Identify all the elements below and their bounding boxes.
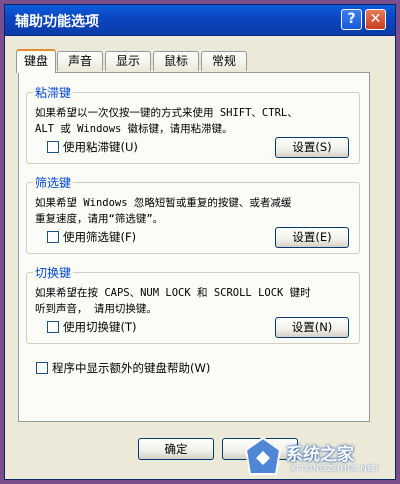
ok-button[interactable]: 确定 [138, 438, 214, 460]
site-watermark: 系统之家 XITONGZHIJIA.NET [240, 434, 396, 480]
toggle-keys-checkbox-label[interactable]: 使用切换键(T) [63, 319, 137, 335]
help-button[interactable]: ? [341, 9, 362, 30]
filter-keys-title: 筛选键 [33, 174, 74, 191]
sticky-keys-settings-button[interactable]: 设置(S) [275, 137, 349, 158]
sticky-keys-group: 粘滞键 如果希望以一次仅按一键的方式来使用 SHIFT、CTRL、 ALT 或 … [26, 84, 360, 164]
title-bar[interactable]: 辅助功能选项 ? ✕ [5, 5, 395, 36]
filter-keys-group: 筛选键 如果希望 Windows 忽略短暂或重复的按键、或者减缓 重复速度，请用… [26, 174, 360, 254]
toggle-keys-group: 切换键 如果希望在按 CAPS、NUM LOCK 和 SCROLL LOCK 键… [26, 264, 360, 344]
toggle-keys-description: 如果希望在按 CAPS、NUM LOCK 和 SCROLL LOCK 键时 听到… [35, 287, 311, 315]
sticky-keys-title: 粘滞键 [33, 84, 74, 101]
extra-keyboard-help-label[interactable]: 程序中显示额外的键盘帮助(W) [52, 360, 210, 376]
filter-keys-description: 如果希望 Windows 忽略短暂或重复的按键、或者减缓 重复速度，请用“筛选键… [35, 197, 292, 225]
extra-keyboard-help-checkbox[interactable] [36, 362, 48, 374]
watermark-text: 系统之家 [286, 445, 354, 465]
tab-display[interactable]: 显示 [105, 51, 151, 71]
filter-keys-checkbox-label[interactable]: 使用筛选键(F) [63, 229, 136, 245]
close-button[interactable]: ✕ [365, 9, 386, 30]
sticky-keys-checkbox[interactable] [47, 141, 59, 153]
tab-mouse[interactable]: 鼠标 [153, 51, 199, 71]
tab-keyboard[interactable]: 键盘 [16, 49, 56, 73]
toggle-keys-checkbox[interactable] [47, 321, 59, 333]
filter-keys-settings-button[interactable]: 设置(E) [275, 227, 349, 248]
toggle-keys-settings-button[interactable]: 设置(N) [275, 317, 349, 338]
tab-sound[interactable]: 声音 [57, 51, 103, 71]
filter-keys-checkbox[interactable] [47, 231, 59, 243]
watermark-subtext: XITONGZHIJIA.NET [290, 464, 380, 473]
window-title: 辅助功能选项 [15, 14, 99, 30]
toggle-keys-title: 切换键 [33, 264, 74, 281]
sticky-keys-checkbox-label[interactable]: 使用粘滞键(U) [63, 139, 138, 155]
sticky-keys-description: 如果希望以一次仅按一键的方式来使用 SHIFT、CTRL、 ALT 或 Wind… [35, 107, 298, 135]
watermark-logo-icon [244, 436, 282, 475]
tab-general[interactable]: 常规 [201, 51, 247, 71]
